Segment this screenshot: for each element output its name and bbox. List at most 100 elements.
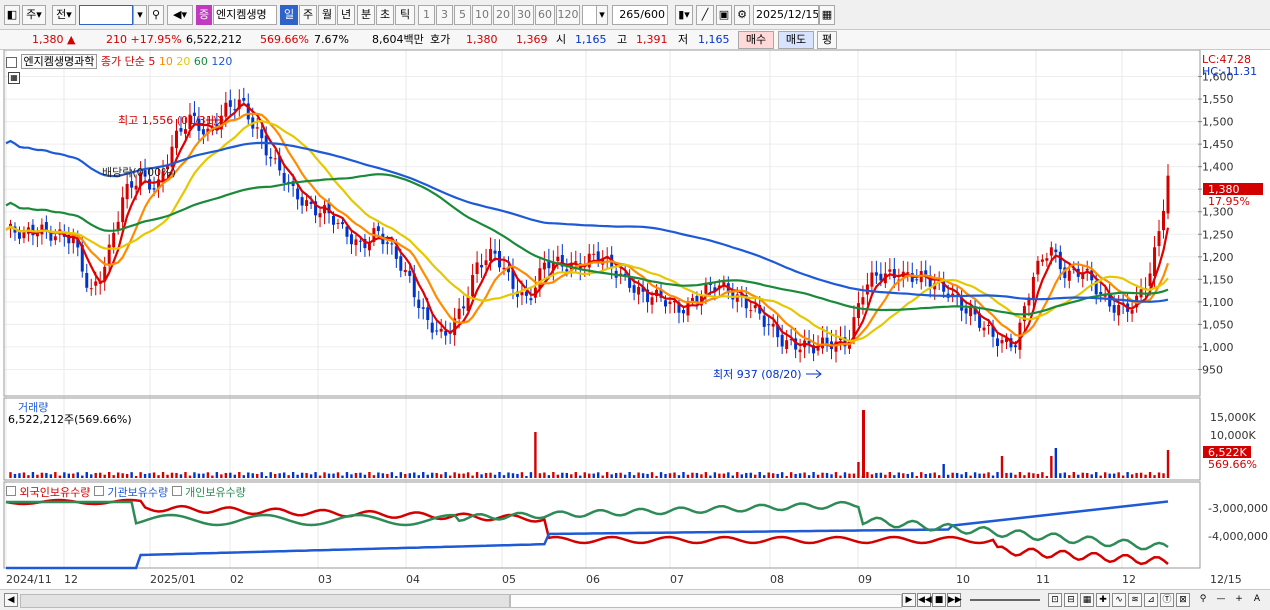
count-total: /600 xyxy=(640,8,665,21)
sell-button[interactable]: 매도 xyxy=(778,31,814,49)
font-size-icon[interactable]: A xyxy=(1250,593,1264,607)
candle-body xyxy=(457,308,461,319)
period-year-label: 년 xyxy=(340,8,352,21)
calendar-icon[interactable]: ▦ xyxy=(819,5,835,25)
volume-bar xyxy=(632,475,636,478)
dividend-annotation: 배당락(0.00%) xyxy=(102,166,176,179)
volume-bar xyxy=(960,474,963,478)
candle-body xyxy=(399,256,403,271)
candle-icon[interactable]: ▮▾ xyxy=(675,5,693,25)
fast-forward-icon[interactable]: ▶▶ xyxy=(947,593,962,607)
layout-icon[interactable]: ◧ xyxy=(4,5,20,25)
candle-body xyxy=(318,213,322,218)
crosshair-icon[interactable]: ✚ xyxy=(1096,593,1110,607)
volume-bar xyxy=(646,473,649,478)
individual-holding-name: 개인보유수량 xyxy=(185,486,246,499)
volume-bar xyxy=(1139,472,1143,478)
gear-icon[interactable]: ⚙ xyxy=(734,5,750,25)
volume-bar xyxy=(1000,456,1004,478)
candle-body xyxy=(767,324,771,326)
candle-body xyxy=(296,188,300,200)
candle-body xyxy=(668,301,672,305)
volume-bar xyxy=(431,472,434,478)
market-select[interactable]: 주▾ xyxy=(22,5,46,25)
play-icon[interactable]: ▶ xyxy=(902,593,916,607)
volume-bar xyxy=(547,475,551,478)
zoom-slider[interactable] xyxy=(970,599,1040,601)
period-month[interactable]: 월 xyxy=(318,5,336,25)
eraser-icon[interactable]: ⊠ xyxy=(1176,593,1190,607)
buy-button[interactable]: 매수 xyxy=(738,31,774,49)
candle-body xyxy=(996,338,1000,347)
volume-value-label: 6,522,212주(569.66%) xyxy=(8,413,132,426)
period-week-label: 주 xyxy=(302,8,314,21)
table-icon[interactable]: ▦ xyxy=(8,70,20,84)
interval-20[interactable]: 20 xyxy=(493,5,513,25)
period-day[interactable]: 일 xyxy=(280,5,298,25)
code-dropdown-icon[interactable]: ▾ xyxy=(133,5,147,25)
eval-button[interactable]: 평 xyxy=(817,31,837,49)
zoom-in-icon[interactable]: + xyxy=(1232,593,1246,607)
magnifier-icon[interactable]: ⚲ xyxy=(1196,593,1210,607)
interval-60[interactable]: 60 xyxy=(535,5,555,25)
interval-30[interactable]: 30 xyxy=(514,5,534,25)
candle-body xyxy=(53,236,57,241)
period-tick[interactable]: 틱 xyxy=(395,5,415,25)
period-second[interactable]: 초 xyxy=(376,5,394,25)
x-tick-label: 11 xyxy=(1036,573,1050,586)
search-icon[interactable]: ⚲ xyxy=(148,5,164,25)
layout-toggle-icon[interactable]: ⊟ xyxy=(1064,593,1078,607)
scrollbar-thumb[interactable] xyxy=(510,594,902,608)
date-input[interactable]: 2025/12/15 xyxy=(753,5,819,25)
volume-bar xyxy=(579,475,582,478)
volume-bar xyxy=(619,472,622,478)
volume-bar xyxy=(143,473,147,478)
price-chart[interactable]: 9501,0001,0501,1001,1501,2001,2501,3001,… xyxy=(0,50,1270,589)
zoom-fit-icon[interactable]: ⊡ xyxy=(1048,593,1062,607)
volume-bar xyxy=(1144,474,1147,478)
fib-icon[interactable]: ≋ xyxy=(1128,593,1142,607)
prev-select[interactable]: 전▾ xyxy=(52,5,76,25)
count-field[interactable]: 265/600 xyxy=(612,5,668,25)
candle-body xyxy=(650,297,654,305)
volume-bar xyxy=(520,472,524,478)
zoom-out-icon[interactable]: — xyxy=(1214,593,1228,607)
trend-icon[interactable]: ∿ xyxy=(1112,593,1126,607)
stop-icon[interactable]: ■ xyxy=(932,593,946,607)
interval-10-label: 10 xyxy=(475,8,489,21)
speaker-icon[interactable]: ◀▾ xyxy=(167,5,193,25)
current-change-tag: 17.95% xyxy=(1208,195,1250,208)
ruler-icon[interactable]: ⊿ xyxy=(1144,593,1158,607)
candle-body xyxy=(305,200,309,206)
volume-bar xyxy=(866,472,869,478)
stock-name-label: 엔지켐생명 xyxy=(216,8,267,21)
grid-toggle-icon[interactable]: ▦ xyxy=(1080,593,1094,607)
interval-10[interactable]: 10 xyxy=(472,5,492,25)
period-minute[interactable]: 분 xyxy=(357,5,375,25)
volume-bar xyxy=(188,475,192,478)
draw-tool-icon[interactable]: ╱ xyxy=(696,5,714,25)
candle-body xyxy=(89,288,93,290)
save-icon[interactable]: ▣ xyxy=(716,5,732,25)
interval-dropdown-icon[interactable]: ▾ xyxy=(596,5,608,25)
interval-120[interactable]: 120 xyxy=(556,5,580,25)
text-tool-icon[interactable]: Ⓣ xyxy=(1160,593,1174,607)
volume-bar xyxy=(552,472,555,478)
period-year[interactable]: 년 xyxy=(337,5,355,25)
scroll-left-icon[interactable]: ◀ xyxy=(4,593,18,607)
volume-bar xyxy=(610,474,613,478)
volume-bar xyxy=(870,474,874,478)
interval-1[interactable]: 1 xyxy=(418,5,435,25)
scrollbar-track[interactable] xyxy=(20,594,510,608)
volume-bar xyxy=(318,475,322,478)
interval-3[interactable]: 3 xyxy=(436,5,453,25)
stock-code-input[interactable]: 183490 xyxy=(79,5,133,25)
rewind-icon[interactable]: ◀◀ xyxy=(917,593,932,607)
volume-bar xyxy=(1032,473,1035,478)
volume-bar xyxy=(197,473,201,478)
interval-5[interactable]: 5 xyxy=(454,5,471,25)
volume-bar xyxy=(655,475,658,478)
period-week[interactable]: 주 xyxy=(299,5,317,25)
stock-name-field[interactable]: 엔지켐생명 xyxy=(213,5,277,25)
volume-bar xyxy=(309,474,313,478)
